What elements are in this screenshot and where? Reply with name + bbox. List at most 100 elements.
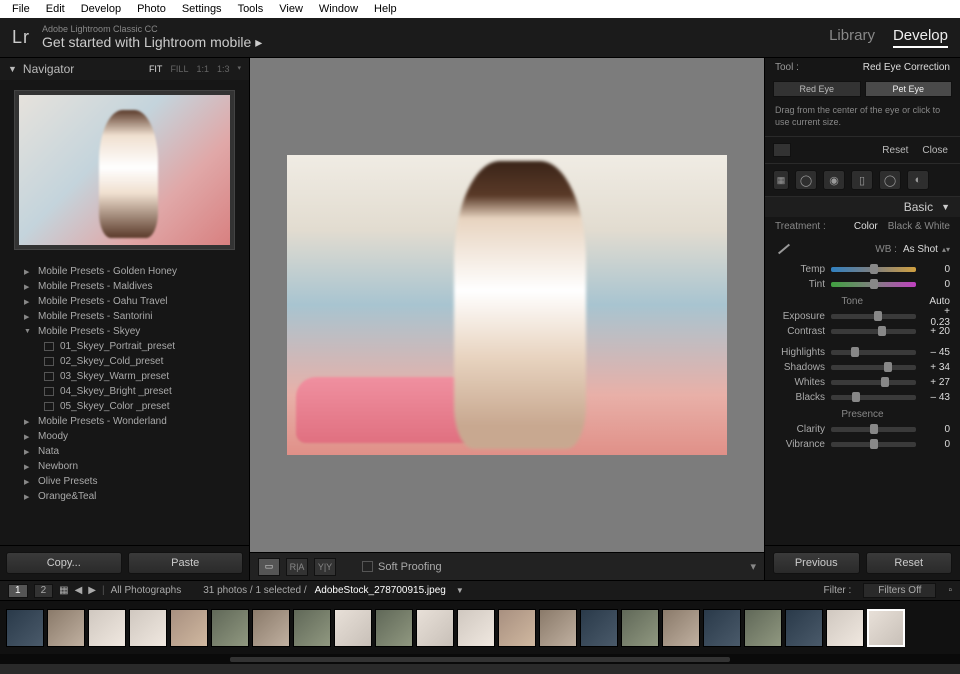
wb-value[interactable]: As Shot <box>903 244 938 255</box>
radial-filter-icon[interactable]: ◯ <box>879 170 901 190</box>
menu-photo[interactable]: Photo <box>129 1 174 17</box>
filmstrip-thumb[interactable] <box>703 609 741 647</box>
grid-view-icon[interactable]: ▦ <box>59 585 68 596</box>
image-viewport[interactable] <box>250 58 764 552</box>
slider-thumb-icon[interactable] <box>878 326 886 336</box>
tab-red-eye[interactable]: Red Eye <box>773 81 861 97</box>
copy-button[interactable]: Copy... <box>6 552 122 574</box>
contrast-slider[interactable]: Contrast+ 20 <box>765 324 960 339</box>
filter-dropdown[interactable]: Filters Off <box>863 583 936 598</box>
filmstrip-thumb[interactable] <box>826 609 864 647</box>
menu-develop[interactable]: Develop <box>73 1 129 17</box>
eyedropper-icon[interactable] <box>775 240 797 258</box>
clarity-slider[interactable]: Clarity0 <box>765 422 960 437</box>
chevron-down-icon[interactable]: ▼ <box>456 586 464 595</box>
filter-lock-icon[interactable]: ▫ <box>948 585 952 596</box>
blacks-slider[interactable]: Blacks– 43 <box>765 390 960 405</box>
slider-value[interactable]: – 45 <box>922 347 950 358</box>
filmstrip-thumb[interactable] <box>416 609 454 647</box>
preset-item[interactable]: 02_Skyey_Cold_preset <box>0 354 249 369</box>
menu-settings[interactable]: Settings <box>174 1 230 17</box>
highlights-slider[interactable]: Highlights– 45 <box>765 345 960 360</box>
adjustment-brush-icon[interactable]: ◐ <box>907 170 929 190</box>
toolbar-expand-icon[interactable]: ▾ <box>750 560 756 573</box>
preset-folder[interactable]: ▶Mobile Presets - Maldives <box>0 279 249 294</box>
preset-folder[interactable]: ▶Olive Presets <box>0 474 249 489</box>
preset-item[interactable]: 04_Skyey_Bright _preset <box>0 384 249 399</box>
temp-slider[interactable]: Temp 0 <box>765 262 960 277</box>
slider-thumb-icon[interactable] <box>870 424 878 434</box>
filmstrip-thumb[interactable] <box>334 609 372 647</box>
preset-item[interactable]: 03_Skyey_Warm_preset <box>0 369 249 384</box>
filmstrip-scrollbar[interactable] <box>0 654 960 664</box>
slider-thumb-icon[interactable] <box>884 362 892 372</box>
preset-folder[interactable]: ▶Mobile Presets - Golden Honey <box>0 264 249 279</box>
filmstrip-thumb[interactable] <box>88 609 126 647</box>
menu-tools[interactable]: Tools <box>230 1 272 17</box>
spot-removal-icon[interactable]: ◯ <box>795 170 817 190</box>
menu-view[interactable]: View <box>271 1 311 17</box>
tool-reset-button[interactable]: Reset <box>878 145 912 156</box>
tint-slider[interactable]: Tint 0 <box>765 277 960 292</box>
tool-close-button[interactable]: Close <box>918 145 952 156</box>
menu-file[interactable]: File <box>4 1 38 17</box>
reset-button[interactable]: Reset <box>866 552 953 574</box>
zoom-fit[interactable]: FIT <box>149 64 163 74</box>
zoom-fill[interactable]: FILL <box>170 64 188 74</box>
whites-slider[interactable]: Whites+ 27 <box>765 375 960 390</box>
filmstrip-thumb[interactable] <box>744 609 782 647</box>
slider-thumb-icon[interactable] <box>874 311 882 321</box>
loupe-view-icon[interactable]: ▭ <box>258 558 280 576</box>
filmstrip-thumb[interactable] <box>785 609 823 647</box>
basic-panel-header[interactable]: Basic ▼ <box>765 197 960 217</box>
preset-folder[interactable]: ▶Mobile Presets - Wonderland <box>0 414 249 429</box>
preset-folder[interactable]: ▶Orange&Teal <box>0 489 249 504</box>
paste-button[interactable]: Paste <box>128 552 244 574</box>
slider-value[interactable]: + 34 <box>922 362 950 373</box>
preset-folder[interactable]: ▶Nata <box>0 444 249 459</box>
filmstrip-thumb[interactable] <box>621 609 659 647</box>
filmstrip-thumb[interactable] <box>539 609 577 647</box>
slider-thumb-icon[interactable] <box>851 347 859 357</box>
filmstrip[interactable] <box>0 600 960 654</box>
previous-button[interactable]: Previous <box>773 552 860 574</box>
preset-folder[interactable]: ▶Mobile Presets - Santorini <box>0 309 249 324</box>
before-after-tb-icon[interactable]: Y|Y <box>314 558 336 576</box>
slider-value[interactable]: 0 <box>922 439 950 450</box>
treatment-bw[interactable]: Black & White <box>888 221 950 232</box>
nav-next-icon[interactable]: ▶ <box>88 585 96 596</box>
filmstrip-thumb[interactable] <box>580 609 618 647</box>
tab-pet-eye[interactable]: Pet Eye <box>865 81 953 97</box>
graduated-filter-icon[interactable]: ▯ <box>851 170 873 190</box>
menu-help[interactable]: Help <box>366 1 405 17</box>
filmstrip-thumb[interactable] <box>293 609 331 647</box>
slider-value[interactable]: 0 <box>922 424 950 435</box>
collection-breadcrumb[interactable]: All Photographs <box>111 585 182 596</box>
module-develop[interactable]: Develop <box>893 27 948 48</box>
preset-folder-open[interactable]: ▼Mobile Presets - Skyey <box>0 324 249 339</box>
panel-switch-icon[interactable] <box>773 143 791 157</box>
preset-folder[interactable]: ▶Moody <box>0 429 249 444</box>
chevron-updown-icon[interactable]: ▴▾ <box>942 245 950 254</box>
monitor-2-button[interactable]: 2 <box>34 584 54 598</box>
filmstrip-thumb[interactable] <box>252 609 290 647</box>
navigator-preview[interactable] <box>14 90 235 250</box>
filmstrip-thumb[interactable] <box>6 609 44 647</box>
slider-value[interactable]: + 20 <box>922 326 950 337</box>
chevron-down-icon[interactable]: ▾ <box>237 64 241 74</box>
crop-tool-icon[interactable]: ▦ <box>773 170 789 190</box>
slider-thumb-icon[interactable] <box>870 439 878 449</box>
scrollbar-thumb[interactable] <box>230 657 730 662</box>
slider-thumb-icon[interactable] <box>852 392 860 402</box>
filmstrip-thumb-selected[interactable] <box>867 609 905 647</box>
filmstrip-thumb[interactable] <box>498 609 536 647</box>
before-after-lr-icon[interactable]: R|A <box>286 558 308 576</box>
exposure-slider[interactable]: Exposure+ 0.23 <box>765 309 960 324</box>
preset-item[interactable]: 01_Skyey_Portrait_preset <box>0 339 249 354</box>
preset-folder[interactable]: ▶Newborn <box>0 459 249 474</box>
soft-proofing-toggle[interactable]: Soft Proofing <box>362 561 442 573</box>
filmstrip-thumb[interactable] <box>170 609 208 647</box>
slider-thumb-icon[interactable] <box>870 264 878 274</box>
shadows-slider[interactable]: Shadows+ 34 <box>765 360 960 375</box>
redeye-tool-icon[interactable]: ◉ <box>823 170 845 190</box>
